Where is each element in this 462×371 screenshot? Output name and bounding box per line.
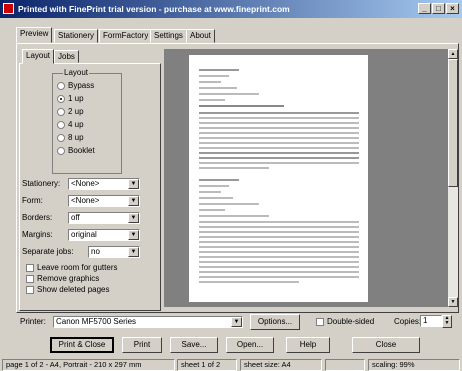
radio-1up-circle[interactable]	[57, 94, 65, 103]
borders-label: Borders:	[22, 213, 53, 222]
form-select[interactable]: <None> ▼	[68, 195, 140, 207]
double-sided-checkbox[interactable]: Double-sided	[316, 316, 374, 327]
radio-bypass-label: Bypass	[68, 81, 95, 90]
preview-page	[189, 55, 368, 302]
double-sided-label: Double-sided	[327, 317, 375, 326]
tab-formfactory[interactable]: FormFactory	[99, 29, 153, 43]
page-preview-area[interactable]	[164, 49, 448, 307]
title-bar: Printed with FinePrint trial version - p…	[0, 0, 462, 18]
chevron-down-icon[interactable]: ▼	[128, 196, 139, 206]
radio-1up[interactable]: 1 up	[57, 93, 84, 104]
borders-select[interactable]: off ▼	[68, 212, 140, 224]
radio-booklet-label: Booklet	[68, 146, 95, 155]
tab-settings[interactable]: Settings	[150, 29, 187, 43]
show-deleted-label: Show deleted pages	[37, 285, 110, 294]
chevron-down-icon[interactable]: ▼	[128, 213, 139, 223]
margins-label: Margins:	[22, 230, 53, 239]
layout-group-label: Layout	[63, 68, 90, 77]
radio-8up-circle[interactable]	[57, 133, 65, 142]
radio-4up[interactable]: 4 up	[57, 119, 84, 130]
print-close-button[interactable]: Print & Close	[50, 337, 114, 353]
copies-spinner[interactable]: ▲ ▼	[442, 315, 452, 328]
checkbox-box[interactable]	[26, 285, 34, 294]
minimize-button[interactable]: _	[418, 3, 431, 14]
stationery-value: <None>	[71, 179, 100, 188]
copies-input[interactable]: 1	[420, 315, 442, 327]
checkbox-box[interactable]	[26, 274, 34, 283]
chevron-down-icon[interactable]: ▼	[128, 230, 139, 240]
stationery-label: Stationery:	[22, 179, 61, 188]
separate-jobs-value: no	[91, 247, 100, 256]
radio-2up-label: 2 up	[68, 107, 84, 116]
radio-2up-circle[interactable]	[57, 107, 65, 116]
radio-4up-label: 4 up	[68, 120, 84, 129]
save-button[interactable]: Save...	[170, 337, 218, 353]
remove-graphics-label: Remove graphics	[37, 274, 100, 283]
scroll-down-button[interactable]: ▼	[448, 297, 458, 307]
radio-booklet-circle[interactable]	[57, 146, 65, 155]
radio-8up-label: 8 up	[68, 133, 84, 142]
remove-graphics-checkbox[interactable]: Remove graphics	[26, 273, 99, 284]
printer-value: Canon MF5700 Series	[56, 317, 137, 326]
tab-stationery[interactable]: Stationery	[54, 29, 99, 43]
close-window-button[interactable]: ×	[446, 3, 459, 14]
leave-gutters-checkbox[interactable]: Leave room for gutters	[26, 262, 117, 273]
print-button[interactable]: Print	[122, 337, 162, 353]
tab-about[interactable]: About	[186, 29, 215, 43]
tab-preview[interactable]: Preview	[16, 27, 53, 43]
separate-jobs-select[interactable]: no ▼	[88, 246, 140, 258]
options-button[interactable]: Options...	[250, 314, 300, 330]
form-label: Form:	[22, 196, 43, 205]
maximize-button[interactable]: □	[432, 3, 445, 14]
copies-label: Copies:	[394, 317, 422, 326]
chevron-down-icon[interactable]: ▼	[128, 247, 139, 257]
radio-bypass-circle[interactable]	[57, 81, 65, 90]
printer-select[interactable]: Canon MF5700 Series ▼	[53, 316, 243, 328]
borders-value: off	[71, 213, 80, 222]
chevron-down-icon[interactable]: ▼	[231, 317, 242, 327]
radio-booklet[interactable]: Booklet	[57, 145, 95, 156]
preview-scrollbar[interactable]: ▲ ▼	[448, 49, 458, 307]
radio-2up[interactable]: 2 up	[57, 106, 84, 117]
copies-value: 1	[423, 316, 428, 325]
help-button[interactable]: Help	[286, 337, 330, 353]
show-deleted-checkbox[interactable]: Show deleted pages	[26, 284, 110, 295]
status-scaling: scaling: 99%	[368, 359, 460, 371]
tab-jobs[interactable]: Jobs	[54, 50, 79, 63]
status-sheet-size: sheet size: A4	[240, 359, 322, 371]
tab-layout[interactable]: Layout	[22, 49, 55, 64]
checkbox-box[interactable]	[316, 317, 324, 326]
app-icon	[3, 3, 14, 14]
radio-bypass[interactable]: Bypass	[57, 80, 94, 91]
status-sheet: sheet 1 of 2	[177, 359, 237, 371]
radio-1up-label: 1 up	[68, 94, 84, 103]
status-bar: page 1 of 2 - A4, Portrait - 210 x 297 m…	[0, 359, 462, 371]
status-page: page 1 of 2 - A4, Portrait - 210 x 297 m…	[2, 359, 175, 371]
margins-value: original	[71, 230, 97, 239]
margins-select[interactable]: original ▼	[68, 229, 140, 241]
scroll-up-button[interactable]: ▲	[448, 49, 458, 59]
separate-jobs-label: Separate jobs:	[22, 247, 74, 256]
open-button[interactable]: Open...	[226, 337, 274, 353]
window-title: Printed with FinePrint trial version - p…	[18, 4, 290, 14]
radio-4up-circle[interactable]	[57, 120, 65, 129]
form-value: <None>	[71, 196, 100, 205]
chevron-down-icon[interactable]: ▼	[128, 179, 139, 189]
leave-gutters-label: Leave room for gutters	[37, 263, 118, 272]
stationery-select[interactable]: <None> ▼	[68, 178, 140, 190]
radio-8up[interactable]: 8 up	[57, 132, 84, 143]
scroll-thumb[interactable]	[448, 59, 458, 187]
close-button[interactable]: Close	[352, 337, 420, 353]
checkbox-box[interactable]	[26, 263, 34, 272]
status-spacer	[325, 359, 365, 371]
printer-label: Printer:	[20, 317, 46, 326]
